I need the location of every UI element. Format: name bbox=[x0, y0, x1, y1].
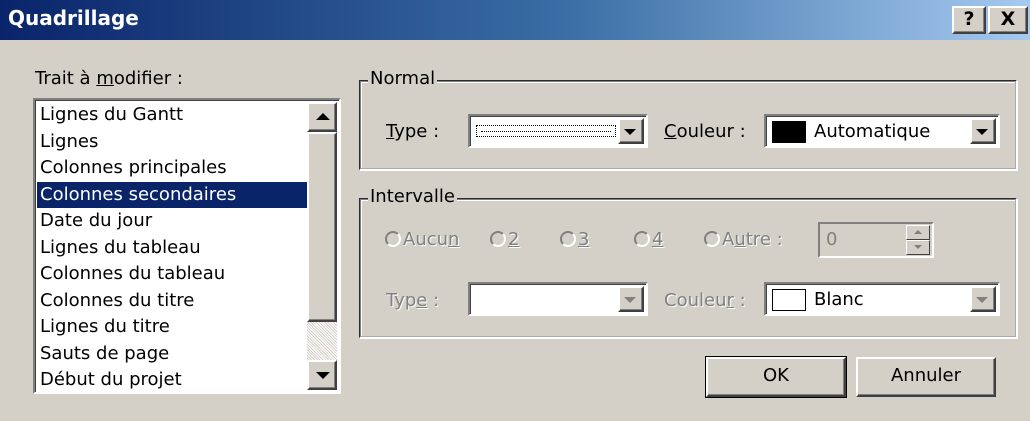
chevron-down-icon bbox=[976, 129, 988, 135]
normal-couleur-value: Automatique bbox=[814, 121, 931, 142]
cancel-button[interactable]: Annuler bbox=[856, 357, 996, 397]
radio-2-label: 2 bbox=[508, 229, 520, 250]
list-item[interactable]: Lignes du tableau bbox=[37, 235, 309, 262]
normal-legend: Normal bbox=[368, 68, 438, 89]
color-swatch-icon bbox=[772, 121, 806, 143]
chevron-down-icon bbox=[624, 297, 636, 303]
intervalle-group bbox=[359, 198, 1017, 338]
scroll-thumb[interactable] bbox=[307, 132, 337, 322]
radio-button-icon bbox=[634, 231, 650, 247]
arrow-down-icon bbox=[914, 245, 922, 249]
intervalle-couleur-accel: r bbox=[726, 290, 734, 311]
radio-button-icon bbox=[490, 231, 506, 247]
normal-type-label-text: ype : bbox=[394, 121, 440, 142]
radio-aucun-accel: n bbox=[448, 229, 460, 250]
radio-autre-text-pre: A bbox=[722, 229, 735, 250]
radio-autre[interactable]: Autre : bbox=[704, 229, 783, 250]
color-swatch-icon bbox=[772, 289, 806, 311]
list-item[interactable]: Colonnes secondaires bbox=[37, 181, 309, 208]
radio-3-label: 3 bbox=[578, 229, 590, 250]
arrow-down-icon bbox=[316, 372, 330, 379]
normal-type-dropdown-button[interactable] bbox=[618, 118, 644, 144]
intervalle-type-accel: e bbox=[416, 290, 428, 311]
radio-autre-text-post: tre : bbox=[745, 229, 783, 250]
normal-couleur-dropdown-button[interactable] bbox=[970, 118, 996, 144]
normal-couleur-combo[interactable]: Automatique bbox=[764, 114, 1000, 148]
intervalle-type-text-pre: Typ bbox=[386, 290, 417, 311]
normal-couleur-label-text: ouleur : bbox=[676, 121, 746, 142]
normal-couleur-accel: C bbox=[664, 121, 677, 142]
close-button[interactable]: X bbox=[988, 6, 1028, 34]
list-scrollbar[interactable] bbox=[307, 102, 337, 390]
list-item[interactable]: Lignes du titre bbox=[37, 314, 309, 341]
normal-type-accel: T bbox=[386, 121, 395, 142]
spin-up-button[interactable] bbox=[906, 225, 930, 240]
radio-button-icon bbox=[385, 231, 401, 247]
intervalle-couleur-combo[interactable]: Blanc bbox=[764, 282, 1000, 316]
intervalle-type-label: Type : bbox=[386, 290, 439, 311]
window-title: Quadrillage bbox=[8, 6, 139, 30]
intervalle-couleur-text-pre: Couleu bbox=[664, 290, 727, 311]
list-label-text-post: odifier : bbox=[113, 68, 183, 89]
normal-type-label: Type : bbox=[386, 121, 439, 142]
list-item[interactable]: Colonnes principales bbox=[37, 155, 309, 182]
radio-button-icon bbox=[704, 231, 720, 247]
list-item[interactable]: Lignes bbox=[37, 129, 309, 156]
intervalle-couleur-dropdown-button[interactable] bbox=[970, 286, 996, 312]
chevron-down-icon bbox=[624, 129, 636, 135]
intervalle-type-text-post: : bbox=[427, 290, 440, 311]
list-item[interactable]: Colonnes du tableau bbox=[37, 261, 309, 288]
list-item[interactable]: Date du jour bbox=[37, 208, 309, 235]
autre-value: 0 bbox=[826, 229, 838, 250]
scroll-down-button[interactable] bbox=[307, 360, 337, 390]
radio-aucun-text: Aucu bbox=[403, 229, 449, 250]
radio-2[interactable]: 2 bbox=[490, 229, 519, 250]
intervalle-type-combo[interactable] bbox=[468, 282, 648, 316]
scroll-up-button[interactable] bbox=[307, 102, 337, 132]
radio-4[interactable]: 4 bbox=[634, 229, 663, 250]
chevron-down-icon bbox=[976, 297, 988, 303]
arrow-up-icon bbox=[914, 230, 922, 234]
ok-button[interactable]: OK bbox=[705, 356, 847, 398]
radio-autre-accel: u bbox=[734, 229, 746, 250]
radio-3[interactable]: 3 bbox=[560, 229, 589, 250]
intervalle-couleur-value: Blanc bbox=[814, 289, 864, 310]
line-to-modify-listbox[interactable]: Lignes du Gantt Lignes Colonnes principale… bbox=[33, 98, 341, 394]
arrow-up-icon bbox=[316, 113, 330, 120]
intervalle-legend: Intervalle bbox=[368, 186, 458, 207]
list-label: Trait à modifier : bbox=[35, 68, 183, 89]
radio-button-icon bbox=[560, 231, 576, 247]
autre-spinner[interactable]: 0 bbox=[818, 222, 934, 258]
intervalle-couleur-text-post: : bbox=[733, 290, 746, 311]
list-label-accel: m bbox=[96, 68, 114, 89]
radio-aucun[interactable]: Aucun bbox=[385, 229, 459, 250]
list-item[interactable]: Début du projet bbox=[37, 367, 309, 394]
intervalle-type-dropdown-button[interactable] bbox=[618, 286, 644, 312]
radio-4-label: 4 bbox=[652, 229, 664, 250]
normal-type-combo[interactable] bbox=[468, 114, 648, 148]
list-items: Lignes du Gantt Lignes Colonnes principale… bbox=[37, 102, 309, 394]
list-label-text-pre: Trait à bbox=[35, 68, 97, 89]
intervalle-couleur-label: Couleur : bbox=[664, 290, 746, 311]
help-button[interactable]: ? bbox=[952, 6, 986, 34]
title-bar[interactable]: Quadrillage ? X bbox=[0, 0, 1030, 40]
list-item[interactable]: Lignes du Gantt bbox=[37, 102, 309, 129]
normal-couleur-label: Couleur : bbox=[664, 121, 746, 142]
list-item[interactable]: Colonnes du titre bbox=[37, 288, 309, 315]
list-item[interactable]: Sauts de page bbox=[37, 341, 309, 368]
spin-down-button[interactable] bbox=[906, 240, 930, 255]
dotted-line-sample-icon bbox=[476, 125, 616, 137]
